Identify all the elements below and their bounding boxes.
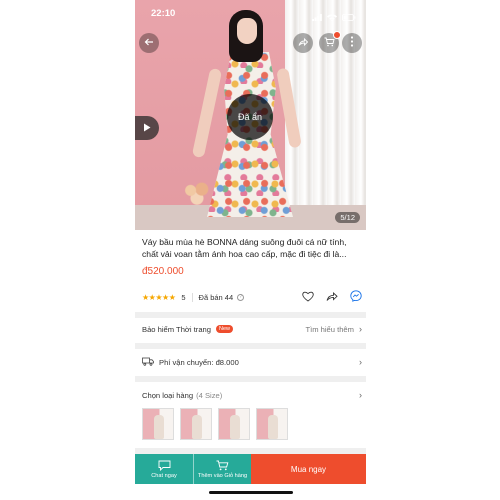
heart-icon[interactable] — [302, 291, 314, 304]
truck-icon — [142, 357, 154, 368]
back-button[interactable] — [139, 33, 159, 53]
arrow-left-icon — [144, 34, 154, 52]
more-vertical-icon — [350, 34, 354, 52]
chat-icon — [158, 460, 171, 473]
share-icon[interactable] — [326, 291, 338, 304]
section-divider — [135, 343, 366, 349]
bottom-action-bar: Chat ngay Thêm vào Giỏ hàng Mua ngay — [135, 454, 366, 484]
share-button[interactable] — [293, 33, 313, 53]
section-divider — [135, 376, 366, 382]
shipping-chevron-wrap: › — [359, 354, 362, 370]
variant-count: (4 Size) — [196, 390, 223, 400]
more-button[interactable] — [342, 33, 362, 53]
chat-button[interactable]: Chat ngay — [135, 454, 193, 484]
variant-label: Chọn loại hàng — [142, 390, 194, 400]
chevron-right-icon: › — [359, 357, 362, 367]
signal-icon — [312, 8, 322, 26]
new-badge: New — [216, 325, 234, 333]
variant-selector[interactable]: Chọn loại hàng (4 Size) › — [142, 387, 362, 403]
variant-thumbnail[interactable] — [256, 408, 288, 440]
model-face — [237, 18, 257, 44]
add-to-cart-label: Thêm vào Giỏ hàng — [197, 472, 248, 479]
rating-row: ★★★★★ 5 Đã bán 44 ? — [142, 290, 362, 304]
add-to-cart-button[interactable]: Thêm vào Giỏ hàng — [193, 454, 251, 484]
shipping-fee: Phí vận chuyển: đ8.000 — [159, 357, 239, 367]
learn-more-link[interactable]: Tìm hiểu thêm — [305, 325, 354, 334]
variant-thumbnail[interactable] — [218, 408, 250, 440]
product-actions — [302, 290, 362, 304]
hidden-toast: Đã ẩn — [227, 94, 273, 140]
cart-button[interactable] — [319, 31, 341, 53]
variant-thumbnail[interactable] — [142, 408, 174, 440]
product-screen: 22:10 Đã ẩn 5/12 Váy bầu mùa hè BONNA dá… — [135, 0, 366, 500]
section-divider — [135, 312, 366, 318]
insurance-link-wrap: Tìm hiểu thêm › — [305, 321, 362, 337]
status-time: 22:10 — [151, 8, 176, 19]
variant-thumbnail[interactable] — [180, 408, 212, 440]
battery-icon — [342, 8, 356, 26]
rating-value: 5 — [181, 292, 186, 302]
play-video-button[interactable] — [135, 116, 159, 140]
variant-thumbnails — [142, 408, 288, 440]
insurance-row[interactable]: Bảo hiểm Thời trang New Tìm hiểu thêm › — [142, 321, 362, 337]
buy-now-button[interactable]: Mua ngay — [251, 454, 366, 484]
product-title: Váy bầu mùa hè BONNA dáng suông đuôi cá … — [142, 237, 347, 259]
help-icon[interactable]: ? — [237, 293, 245, 301]
play-icon — [143, 119, 151, 137]
share-icon — [298, 34, 309, 52]
wifi-icon — [327, 8, 337, 26]
product-price: đ520.000 — [142, 266, 184, 277]
messenger-icon[interactable] — [350, 290, 362, 304]
rating-stars: ★★★★★ — [142, 292, 176, 302]
insurance-label: Bảo hiểm Thời trang — [142, 324, 211, 334]
shipping-row[interactable]: Phí vận chuyển: đ8.000 › — [142, 354, 362, 370]
cart-badge — [333, 31, 341, 39]
status-icons — [312, 8, 356, 26]
sold-count: Đã bán 44 — [198, 292, 234, 302]
chevron-right-icon: › — [359, 390, 362, 400]
home-indicator — [209, 491, 293, 494]
variant-chevron-wrap: › — [359, 387, 362, 403]
divider — [191, 292, 193, 302]
chat-label: Chat ngay — [151, 472, 177, 479]
cart-icon — [216, 460, 229, 473]
chevron-right-icon: › — [359, 324, 362, 334]
flower-bouquet — [181, 180, 213, 206]
image-counter: 5/12 — [335, 212, 360, 223]
